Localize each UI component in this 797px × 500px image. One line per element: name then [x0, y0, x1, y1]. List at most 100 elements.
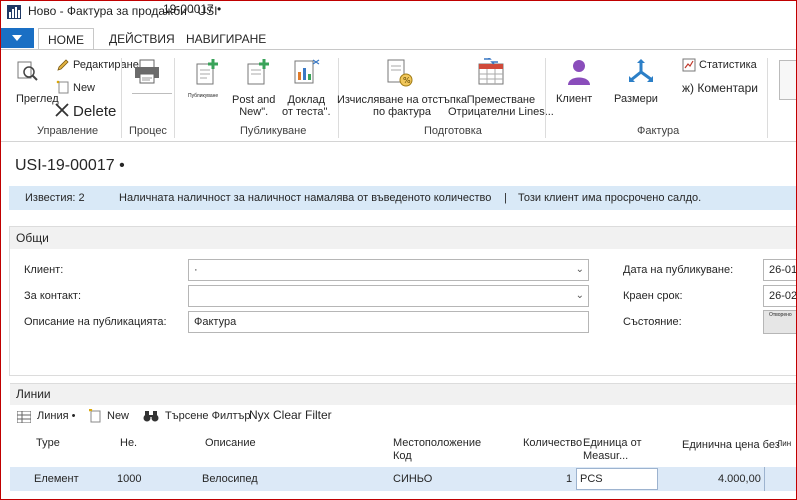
new-button[interactable]: New	[73, 82, 95, 94]
cell-type[interactable]: Елемент	[34, 473, 79, 485]
group-process-label: Процес	[129, 125, 167, 137]
move-negative-lines-icon-button[interactable]	[476, 56, 506, 91]
contact-field-label: За контакт:	[24, 290, 82, 302]
lines-title: Линии	[16, 387, 51, 401]
table-arrows-icon	[478, 56, 504, 85]
post-caption: Публикуване	[188, 93, 219, 99]
customer-icon-button[interactable]	[566, 58, 592, 89]
cell-quantity[interactable]: 1	[566, 473, 572, 485]
posting-description-label: Описание на публикацията:	[24, 316, 167, 328]
new-line-button[interactable]: New	[107, 410, 129, 422]
magnifier-icon	[17, 61, 38, 81]
post-button[interactable]	[195, 58, 221, 89]
col-unit-price[interactable]: Единична цена без	[682, 439, 780, 452]
app-menu-button[interactable]	[0, 28, 34, 48]
posting-date-field[interactable]: 26-01	[763, 259, 797, 281]
customer-button[interactable]: Клиент	[556, 93, 592, 105]
post-and-new-icon-button[interactable]	[246, 58, 272, 89]
test-report-button[interactable]: Доклад от теста".	[282, 94, 331, 118]
cell-description[interactable]: Велосипед	[202, 473, 258, 485]
status-value: Отворено	[769, 312, 792, 318]
cell-no[interactable]: 1000	[117, 473, 141, 485]
view-button[interactable]	[16, 60, 38, 85]
statistics-button[interactable]: Статистика	[699, 59, 757, 71]
general-fasttab-header[interactable]	[10, 227, 797, 249]
posting-description-field[interactable]: Фактура	[188, 311, 589, 333]
contact-field[interactable]: ⌄	[188, 285, 589, 307]
status-label: Състояние:	[623, 316, 682, 328]
status-field: Отворено	[763, 310, 797, 334]
posting-date-value: 26-01	[769, 264, 797, 276]
chevron-down-icon[interactable]: ⌄	[576, 260, 584, 280]
ribbon-separator	[767, 58, 768, 138]
chevron-down-icon[interactable]: ⌄	[576, 286, 584, 306]
person-icon	[568, 60, 590, 85]
new-line-icon[interactable]	[88, 408, 101, 423]
posting-description-value: Фактура	[194, 316, 237, 328]
app-logo-icon	[6, 4, 22, 20]
search-filter-button[interactable]: Търсене Филтър	[165, 410, 251, 422]
discount-icon: %	[387, 59, 413, 87]
tab-actions[interactable]: ДЕЙСТВИЯ	[100, 28, 184, 50]
print-button[interactable]	[133, 59, 161, 88]
notification-bar: Известия: 2 Наличната наличност за налич…	[9, 186, 797, 210]
delete-button[interactable]: Delete	[73, 103, 116, 120]
group-manage-label: Управление	[37, 125, 99, 137]
notification-divider: |	[504, 192, 507, 204]
post-and-new-button[interactable]: Post and New".	[232, 94, 275, 118]
dimensions-button[interactable]: Размери	[614, 93, 658, 105]
view-label: Преглед	[16, 93, 59, 105]
col-uom[interactable]: Единица от Measur...	[583, 437, 642, 463]
delete-x-icon[interactable]	[54, 102, 70, 118]
posting-date-label: Дата на публикуване:	[623, 264, 734, 276]
print-caption-line	[132, 93, 172, 94]
lines-fasttab-header[interactable]	[10, 383, 797, 405]
clear-filter-button[interactable]: Nyx Clear Filter	[249, 408, 332, 422]
general-fasttab-title: Общи	[16, 231, 49, 245]
col-line-amount[interactable]: Лин	[777, 437, 791, 450]
test-report-icon-button[interactable]	[293, 58, 321, 89]
line-menu-icon[interactable]	[16, 410, 32, 424]
calc-discount-icon-button[interactable]: %	[386, 58, 414, 91]
new-document-icon[interactable]	[56, 80, 70, 94]
ribbon-overflow-icon[interactable]	[779, 60, 797, 100]
tab-navigate[interactable]: НАВИГИРАНЕ	[177, 28, 275, 50]
col-quantity[interactable]: Количество	[523, 437, 582, 450]
notification-inventory[interactable]: Наличната наличност за наличност намаляв…	[119, 186, 491, 210]
tab-home[interactable]: HOME	[38, 28, 94, 50]
due-date-field[interactable]: 26-02	[763, 285, 797, 307]
comments-button[interactable]: ж) Коментари	[682, 81, 758, 95]
dimensions-arrows-icon	[629, 59, 653, 82]
ribbon-separator	[545, 58, 546, 138]
cell-location[interactable]: СИНЬО	[393, 473, 432, 485]
line-menu-button[interactable]: Линия •	[37, 410, 75, 422]
cell-uom-editor[interactable]: PCS	[576, 468, 658, 490]
customer-field[interactable]: · ⌄	[188, 259, 589, 281]
col-no[interactable]: Не.	[120, 437, 137, 450]
column-divider	[764, 467, 765, 491]
statistics-icon[interactable]	[682, 58, 696, 72]
window-title-record: 19-00017 •	[163, 2, 222, 16]
binoculars-icon[interactable]	[143, 410, 159, 422]
svg-text:%: %	[403, 76, 411, 85]
notification-overdue[interactable]: Този клиент има просрочено салдо.	[518, 186, 701, 210]
edit-button[interactable]: Редактиране	[73, 59, 139, 71]
col-description[interactable]: Описание	[205, 437, 256, 450]
pencil-icon[interactable]	[56, 58, 70, 72]
group-invoice-label: Фактура	[637, 125, 680, 137]
dimensions-icon-button[interactable]	[627, 58, 655, 89]
move-negative-lines-button[interactable]: Преместване Отрицателни Lines...	[448, 94, 554, 118]
cell-unit-price[interactable]: 4.000,00	[718, 473, 761, 485]
col-type[interactable]: Type	[36, 437, 60, 450]
col-location[interactable]: Местоположение Код	[393, 437, 481, 463]
post-new-icon	[247, 59, 269, 85]
ribbon-separator	[121, 58, 122, 138]
post-document-icon	[196, 59, 218, 85]
group-prepare-label: Подготовка	[424, 125, 482, 137]
due-date-label: Краен срок:	[623, 290, 683, 302]
cell-uom: PCS	[580, 473, 603, 485]
customer-field-label: Клиент:	[24, 264, 64, 276]
notification-count[interactable]: Известия: 2	[25, 186, 85, 210]
page-title: USI-19-00017 •	[15, 157, 125, 174]
due-date-value: 26-02	[769, 290, 797, 302]
